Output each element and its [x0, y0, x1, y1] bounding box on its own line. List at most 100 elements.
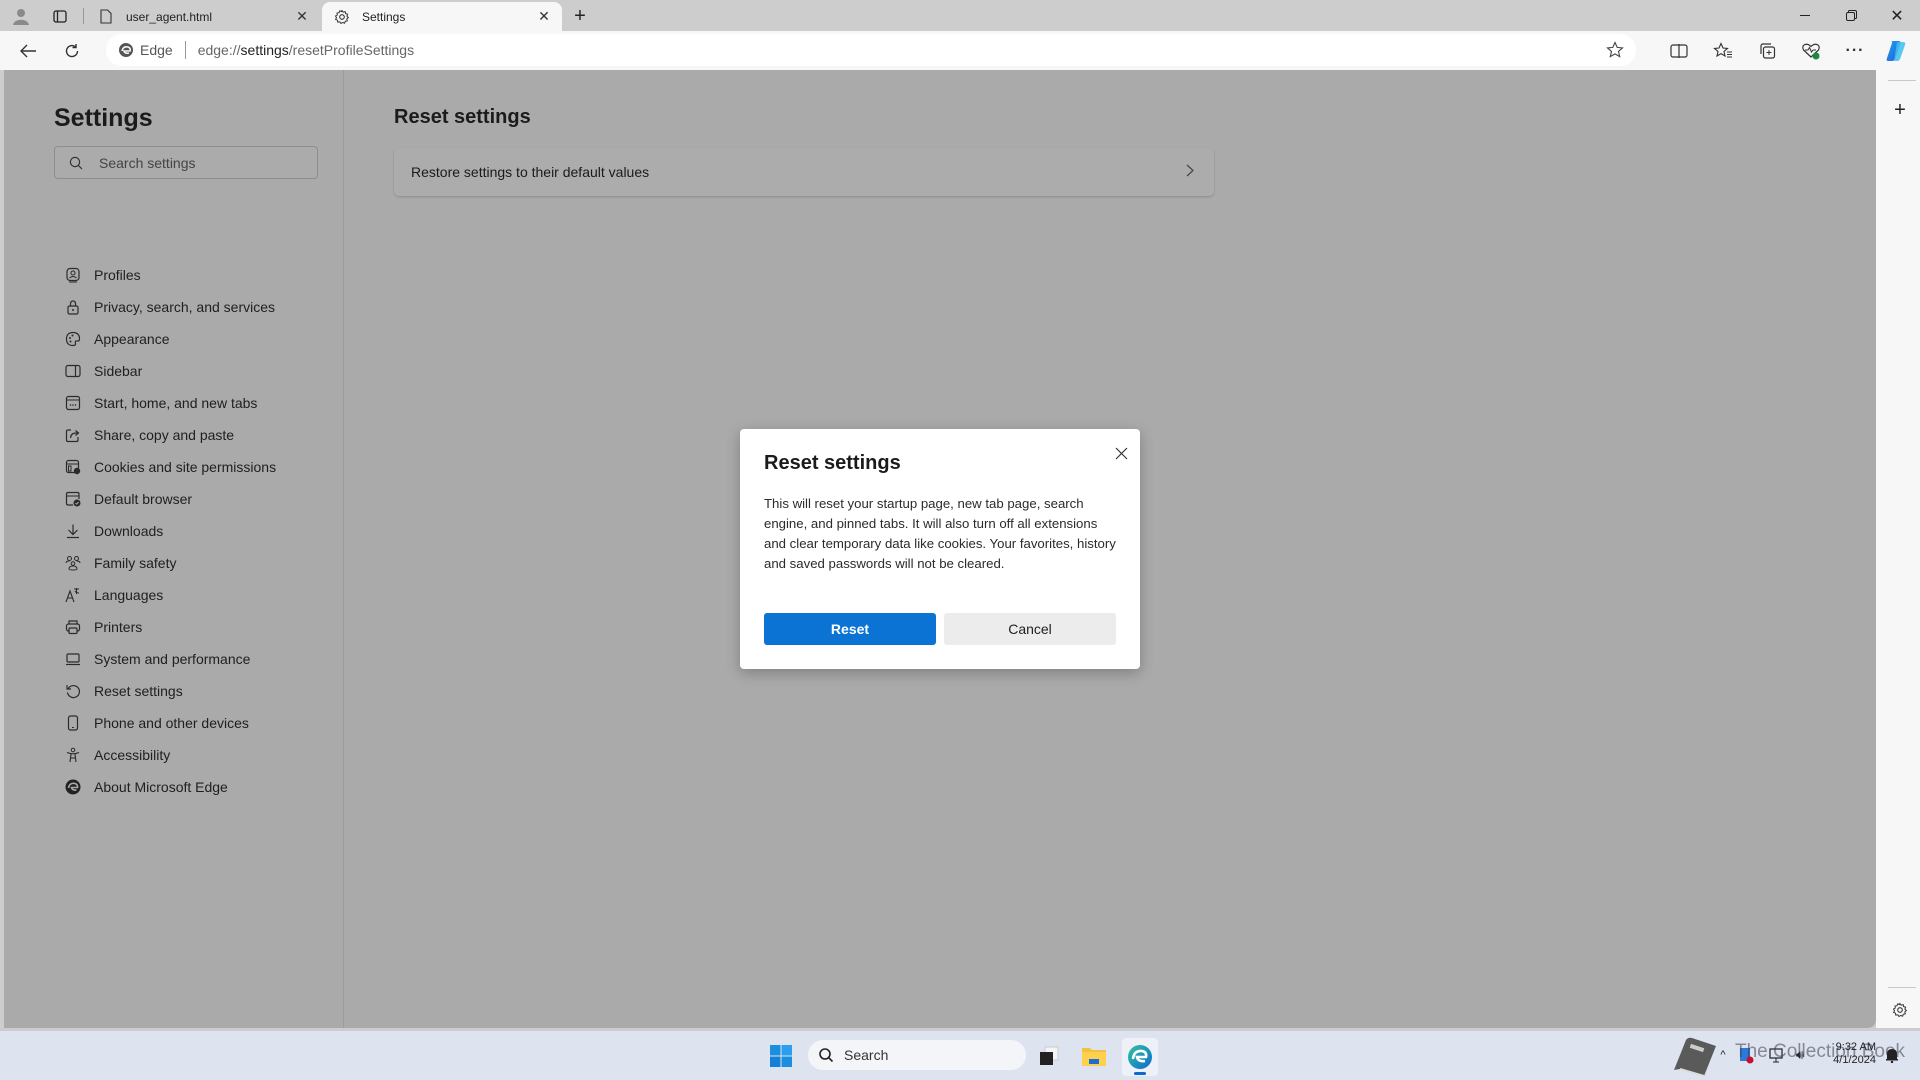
profile-icon	[64, 266, 82, 284]
languages-icon	[64, 586, 82, 604]
windows-logo-icon	[770, 1045, 792, 1067]
close-window-button[interactable]: ✕	[1874, 0, 1920, 31]
back-arrow-icon	[20, 44, 36, 58]
browser-essentials-icon	[1802, 43, 1820, 60]
split-screen-button[interactable]	[1663, 35, 1695, 67]
sidebar-item-phone-and-other-devices[interactable]: Phone and other devices	[64, 709, 249, 737]
folder-icon	[1082, 1048, 1106, 1066]
address-bar[interactable]: Edge edge://settings/resetProfileSetting…	[106, 34, 1636, 66]
default-browser-icon	[64, 490, 82, 508]
favorite-star-button[interactable]	[1606, 41, 1624, 59]
phone-icon	[64, 714, 82, 732]
file-explorer-button[interactable]	[1080, 1042, 1108, 1070]
sidebar-item-label: Reset settings	[94, 683, 183, 699]
ellipsis-icon: ···	[1845, 42, 1865, 59]
sidebar-item-label: Privacy, search, and services	[94, 299, 276, 315]
rail-divider	[1888, 80, 1916, 81]
sidebar-item-about-microsoft-edge[interactable]: About Microsoft Edge	[64, 773, 228, 801]
sidebar-item-accessibility[interactable]: Accessibility	[64, 741, 170, 769]
close-icon: ✕	[1890, 7, 1904, 25]
sidebar-item-cookies-and-site-permissions[interactable]: Cookies and site permissions	[64, 453, 276, 481]
sidebar-item-languages[interactable]: Languages	[64, 581, 163, 609]
reset-button[interactable]: Reset	[764, 613, 936, 645]
lock-icon	[64, 298, 82, 316]
minimize-button[interactable]	[1782, 0, 1828, 31]
search-icon	[69, 156, 85, 170]
settings-sidebar: Settings Search settings Profiles Privacy…	[4, 70, 344, 1028]
sidebar-item-label: Profiles	[94, 267, 141, 283]
tab-settings[interactable]: Settings ✕	[322, 2, 562, 31]
sidebar-item-start-home-and-new-tabs[interactable]: Start, home, and new tabs	[64, 389, 257, 417]
favorites-button[interactable]	[1707, 35, 1739, 67]
tab-actions-icon	[53, 9, 67, 23]
new-tab-button[interactable]: +	[568, 4, 592, 28]
notifications-button[interactable]	[1882, 1045, 1902, 1065]
copilot-button[interactable]	[1880, 35, 1912, 67]
edge-icon	[1128, 1045, 1152, 1069]
cancel-button[interactable]: Cancel	[944, 613, 1116, 645]
edge-taskbar-button[interactable]	[1122, 1038, 1158, 1076]
sidebar-item-profiles[interactable]: Profiles	[64, 261, 141, 289]
close-icon	[1115, 447, 1127, 459]
cookies-icon	[64, 458, 82, 476]
edge-badge[interactable]: Edge	[118, 42, 173, 58]
tab-user-agent[interactable]: user_agent.html ✕	[86, 2, 320, 31]
windows-taskbar: Search ^ 🔊︎ The Collection Book 9:32 AM …	[0, 1030, 1920, 1080]
browser-essentials-button[interactable]	[1795, 35, 1827, 67]
sidebar-item-reset-settings[interactable]: Reset settings	[64, 677, 183, 705]
sidebar-item-appearance[interactable]: Appearance	[64, 325, 170, 353]
tab-title: user_agent.html	[126, 9, 213, 24]
close-tab-icon[interactable]: ✕	[292, 7, 312, 27]
start-button[interactable]	[768, 1043, 794, 1069]
dialog-close-button[interactable]	[1110, 442, 1132, 464]
taskbar-search[interactable]: Search	[808, 1040, 1026, 1070]
plus-icon: +	[1894, 98, 1906, 121]
more-options-button[interactable]: ···	[1839, 35, 1871, 67]
sidebar-item-label: System and performance	[94, 651, 251, 667]
tab-actions-button[interactable]	[50, 6, 70, 26]
sidebar-item-label: Languages	[94, 587, 164, 603]
search-placeholder: Search settings	[99, 154, 196, 171]
edge-icon	[119, 43, 133, 57]
settings-title: Settings	[54, 104, 153, 132]
restore-button[interactable]	[1828, 0, 1874, 31]
taskbar-clock[interactable]: 9:32 AM 4/1/2024	[1816, 1041, 1876, 1067]
edge-sidebar-rail: +	[1876, 70, 1920, 1028]
page-title: Reset settings	[394, 106, 531, 128]
reset-settings-dialog: Reset settings This will reset your star…	[740, 429, 1140, 669]
home-tabs-icon	[64, 394, 82, 412]
sidebar-item-sidebar[interactable]: Sidebar	[64, 357, 142, 385]
address-divider	[184, 41, 186, 59]
tab-divider	[83, 8, 84, 24]
sidebar-settings-button[interactable]	[1888, 998, 1912, 1022]
task-view-icon	[1040, 1046, 1059, 1065]
collections-button[interactable]	[1751, 35, 1783, 67]
sidebar-item-family-safety[interactable]: Family safety	[64, 549, 176, 577]
refresh-button[interactable]	[56, 35, 88, 67]
printer-icon	[64, 618, 82, 636]
sidebar-item-label: Downloads	[94, 523, 164, 539]
sidebar-item-printers[interactable]: Printers	[64, 613, 142, 641]
sidebar-item-share-copy-and-paste[interactable]: Share, copy and paste	[64, 421, 234, 449]
active-app-indicator	[1134, 1072, 1146, 1075]
rail-divider	[1888, 987, 1916, 988]
sidebar-item-downloads[interactable]: Downloads	[64, 517, 163, 545]
sidebar-item-label: Family safety	[94, 555, 177, 571]
restore-defaults-card[interactable]: Restore settings to their default values	[394, 148, 1214, 196]
sidebar-item-label: Printers	[94, 619, 143, 635]
show-hidden-icons-button[interactable]: ^	[1716, 1047, 1730, 1063]
back-button[interactable]	[12, 35, 44, 67]
refresh-icon	[65, 44, 79, 58]
sidebar-item-default-browser[interactable]: Default browser	[64, 485, 192, 513]
family-icon	[64, 554, 82, 572]
task-view-button[interactable]	[1036, 1043, 1062, 1069]
search-icon	[818, 1047, 834, 1063]
minimize-icon	[1800, 15, 1810, 16]
sidebar-item-privacy-search-and-services[interactable]: Privacy, search, and services	[64, 293, 275, 321]
profile-button[interactable]	[8, 4, 34, 28]
sidebar-item-system-and-performance[interactable]: System and performance	[64, 645, 250, 673]
sidebar-item-label: Start, home, and new tabs	[94, 395, 258, 411]
close-tab-icon[interactable]: ✕	[534, 7, 554, 27]
add-sidebar-app-button[interactable]: +	[1888, 98, 1912, 122]
search-settings-input[interactable]: Search settings	[54, 146, 318, 179]
